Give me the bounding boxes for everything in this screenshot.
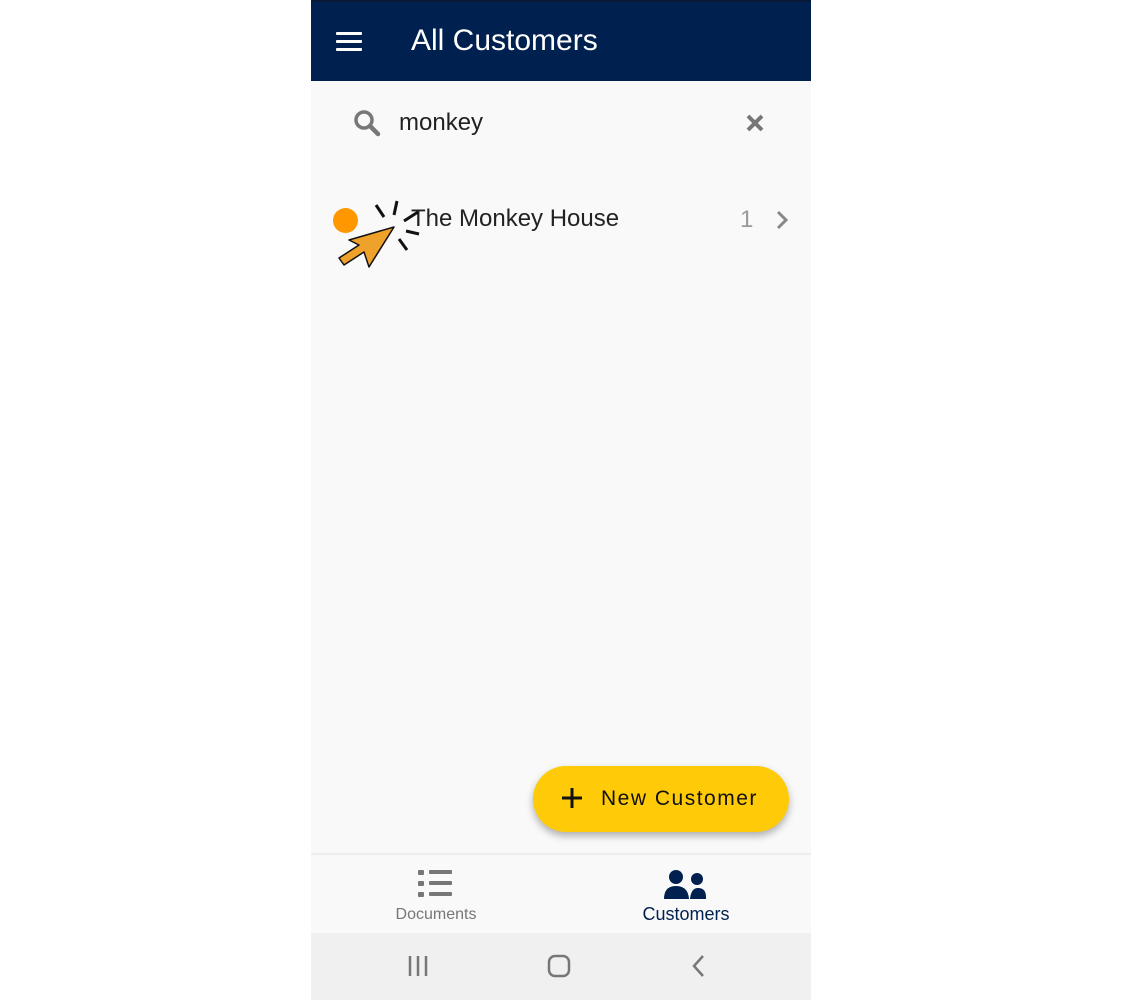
new-customer-button[interactable]: New Customer [533, 766, 789, 832]
phone-screen: All Customers The Monkey House 1 [311, 0, 811, 1000]
tab-customers-label: Customers [642, 904, 730, 924]
search-bar [311, 81, 811, 165]
search-input[interactable] [399, 105, 719, 141]
plus-icon [562, 788, 582, 808]
document-count: 1 [740, 206, 754, 233]
search-icon [354, 110, 381, 137]
tab-documents[interactable]: Documents [311, 855, 561, 935]
home-icon[interactable] [547, 953, 571, 979]
hamburger-menu-icon[interactable] [336, 32, 362, 52]
list-icon [418, 870, 452, 897]
close-icon[interactable] [745, 113, 765, 133]
app-bar: All Customers [311, 0, 811, 81]
status-dot [333, 208, 358, 233]
new-customer-label: New Customer [601, 787, 758, 810]
tab-documents-label: Documents [395, 906, 477, 923]
bottom-navigation: Documents Customers [311, 853, 811, 935]
back-icon[interactable] [689, 953, 709, 979]
tab-customers[interactable]: Customers [561, 855, 811, 935]
system-navigation-bar [311, 933, 811, 1000]
people-icon [664, 870, 706, 899]
recent-apps-icon[interactable] [407, 953, 431, 979]
customer-list-item[interactable]: The Monkey House 1 [311, 190, 811, 250]
customer-name: The Monkey House [411, 205, 620, 232]
page-title: All Customers [411, 24, 598, 57]
chevron-right-icon [776, 210, 789, 230]
